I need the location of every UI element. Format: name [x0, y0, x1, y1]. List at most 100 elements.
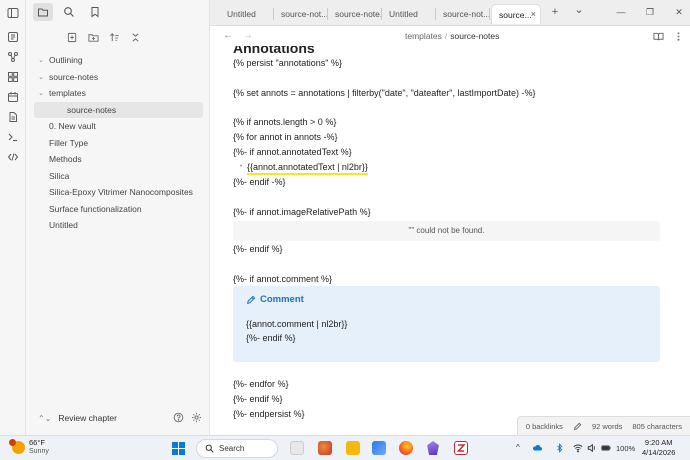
file-explorer-app-icon[interactable] — [346, 441, 360, 455]
zotero-icon[interactable] — [454, 441, 468, 455]
callout-line-2: {%- endif %} — [246, 333, 296, 343]
tree-file-untitled[interactable]: Untitled — [26, 217, 210, 234]
bookmarks-tab-icon[interactable] — [85, 3, 105, 21]
edge-browser-icon[interactable] — [372, 441, 386, 455]
template-line-if-text: {%- if annot.annotatedText %} — [233, 147, 352, 157]
close-window-icon[interactable]: ✕ — [672, 5, 686, 19]
collapse-all-icon[interactable] — [129, 31, 142, 44]
breadcrumb-folder[interactable]: templates — [405, 31, 442, 41]
firefox-icon[interactable] — [399, 441, 413, 455]
wifi-icon[interactable] — [573, 443, 583, 455]
tree-file-methods[interactable]: Methods — [26, 151, 210, 168]
volume-icon[interactable] — [587, 443, 597, 455]
windows-taskbar: 66°F Sunny Search ^ 100% 9:20 AM 4/14/20… — [0, 435, 690, 460]
file-explorer-toolbar — [66, 31, 142, 44]
sort-icon[interactable] — [108, 31, 121, 44]
template-line-for: {% for annot in annots -%} — [233, 132, 338, 142]
more-options-icon[interactable] — [672, 30, 684, 42]
search-icon — [205, 444, 214, 453]
files-tab-icon[interactable] — [33, 3, 53, 21]
settings-gear-icon[interactable] — [190, 411, 202, 423]
tray-overflow-chevron-icon[interactable]: ^ — [516, 443, 520, 452]
tree-file-new-vault[interactable]: 0. New vault — [26, 118, 210, 135]
close-tab-icon[interactable]: × — [531, 9, 536, 19]
battery-icon[interactable] — [601, 443, 611, 455]
obsidian-app-icon[interactable] — [427, 441, 439, 455]
sidebar-toggle-icon[interactable] — [6, 6, 20, 20]
left-ribbon — [0, 0, 26, 435]
restore-window-icon[interactable]: ❐ — [643, 5, 657, 19]
switcher-icon[interactable] — [6, 30, 20, 44]
file-tree: ⌄ Outlining ⌄ source-notes ⌄ templates s… — [26, 52, 210, 234]
vault-switcher[interactable]: ⌃⌄ Review chapter — [26, 408, 210, 428]
tree-item-label: Methods — [49, 154, 82, 165]
tree-item-label: templates — [49, 88, 86, 99]
tab-untitled-2[interactable]: Untitled — [382, 4, 436, 24]
clock-date: 4/14/2026 — [642, 448, 676, 457]
tree-file-source-notes-selected[interactable]: source-notes — [34, 101, 203, 118]
new-folder-icon[interactable] — [87, 31, 100, 44]
breadcrumb-file[interactable]: source-notes — [450, 31, 499, 41]
tab-source-notes-1[interactable]: source-not... — [274, 4, 328, 24]
clock-time: 9:20 AM — [644, 438, 673, 447]
chevron-down-icon: ⌄ — [38, 90, 44, 98]
tree-file-surface-functionalization[interactable]: Surface functionalization — [26, 201, 210, 218]
tree-file-silica[interactable]: Silica — [26, 168, 210, 185]
duckduckgo-icon[interactable] — [318, 441, 332, 455]
canvas-icon[interactable] — [6, 70, 20, 84]
taskbar-search[interactable]: Search — [196, 439, 278, 458]
templates-icon[interactable] — [6, 110, 20, 124]
tab-list-chevron-down-icon[interactable]: ⌄ — [572, 3, 586, 17]
bluetooth-icon[interactable] — [555, 443, 565, 455]
tab-source-notes-3[interactable]: source-not... — [436, 4, 490, 24]
tab-untitled-1[interactable]: Untitled — [220, 4, 274, 24]
search-label: Search — [219, 444, 245, 453]
terminal-icon[interactable] — [6, 130, 20, 144]
sun-icon — [9, 438, 25, 454]
chevron-down-icon: ⌄ — [38, 57, 44, 65]
tab-label: Untitled — [389, 9, 418, 19]
system-clock[interactable]: 9:20 AM 4/14/2026 — [642, 438, 675, 458]
comment-callout: Comment {{annot.comment | nl2br}} {%- en… — [233, 286, 660, 362]
backlinks-count[interactable]: 0 backlinks — [526, 422, 563, 431]
tree-file-filler-type[interactable]: Filler Type — [26, 135, 210, 152]
onedrive-icon[interactable] — [532, 443, 542, 455]
reading-view-icon[interactable] — [652, 30, 664, 42]
breadcrumb-separator: / — [444, 31, 448, 41]
pencil-icon — [246, 295, 256, 304]
edit-pencil-icon[interactable] — [573, 422, 582, 431]
tree-folder-templates[interactable]: ⌄ templates — [26, 85, 210, 102]
new-note-icon[interactable] — [66, 31, 79, 44]
breadcrumb: templates / source-notes — [405, 31, 499, 41]
tree-item-label: Outlining — [49, 55, 83, 66]
help-icon[interactable] — [172, 411, 184, 423]
code-icon[interactable] — [6, 150, 20, 164]
file-explorer-sidebar: ⌄ Outlining ⌄ source-notes ⌄ templates s… — [26, 0, 210, 435]
note-heading: Annotations — [233, 46, 315, 56]
tree-item-label: 0. New vault — [49, 121, 96, 132]
windows-start-icon[interactable] — [172, 442, 185, 455]
note-editor[interactable]: Annotations {% persist "annotations" %} … — [210, 46, 690, 435]
task-view-icon[interactable] — [290, 441, 304, 455]
graph-view-icon[interactable] — [6, 50, 20, 64]
search-tab-icon[interactable] — [59, 3, 79, 21]
new-tab-icon[interactable]: + — [548, 5, 562, 19]
tree-item-label: Untitled — [49, 220, 78, 231]
character-count: 805 characters — [632, 421, 682, 431]
view-header: ← → templates / source-notes — [210, 26, 690, 46]
template-line-if-image: {%- if annot.imageRelativePath %} — [233, 207, 371, 217]
battery-percent: 100% — [616, 444, 636, 453]
chevron-down-icon: ⌄ — [38, 73, 44, 81]
tree-file-silica-epoxy[interactable]: Silica-Epoxy Vitrimer Nanocomposites — [26, 184, 210, 201]
minimize-window-icon[interactable]: — — [614, 5, 628, 19]
weather-widget[interactable]: 66°F Sunny — [9, 438, 49, 456]
back-arrow-icon[interactable]: ← — [223, 30, 233, 41]
weather-condition: Sunny — [29, 448, 49, 455]
tab-source-notes-active[interactable]: source... × — [491, 4, 541, 24]
forward-arrow-icon[interactable]: → — [243, 30, 253, 41]
tree-folder-outlining[interactable]: ⌄ Outlining — [26, 52, 210, 69]
calendar-icon[interactable] — [6, 90, 20, 104]
embed-not-found-message: "" could not be found. — [408, 226, 485, 235]
tree-folder-source-notes[interactable]: ⌄ source-notes — [26, 69, 210, 86]
tab-source-notes-2[interactable]: source-note... — [328, 4, 382, 24]
